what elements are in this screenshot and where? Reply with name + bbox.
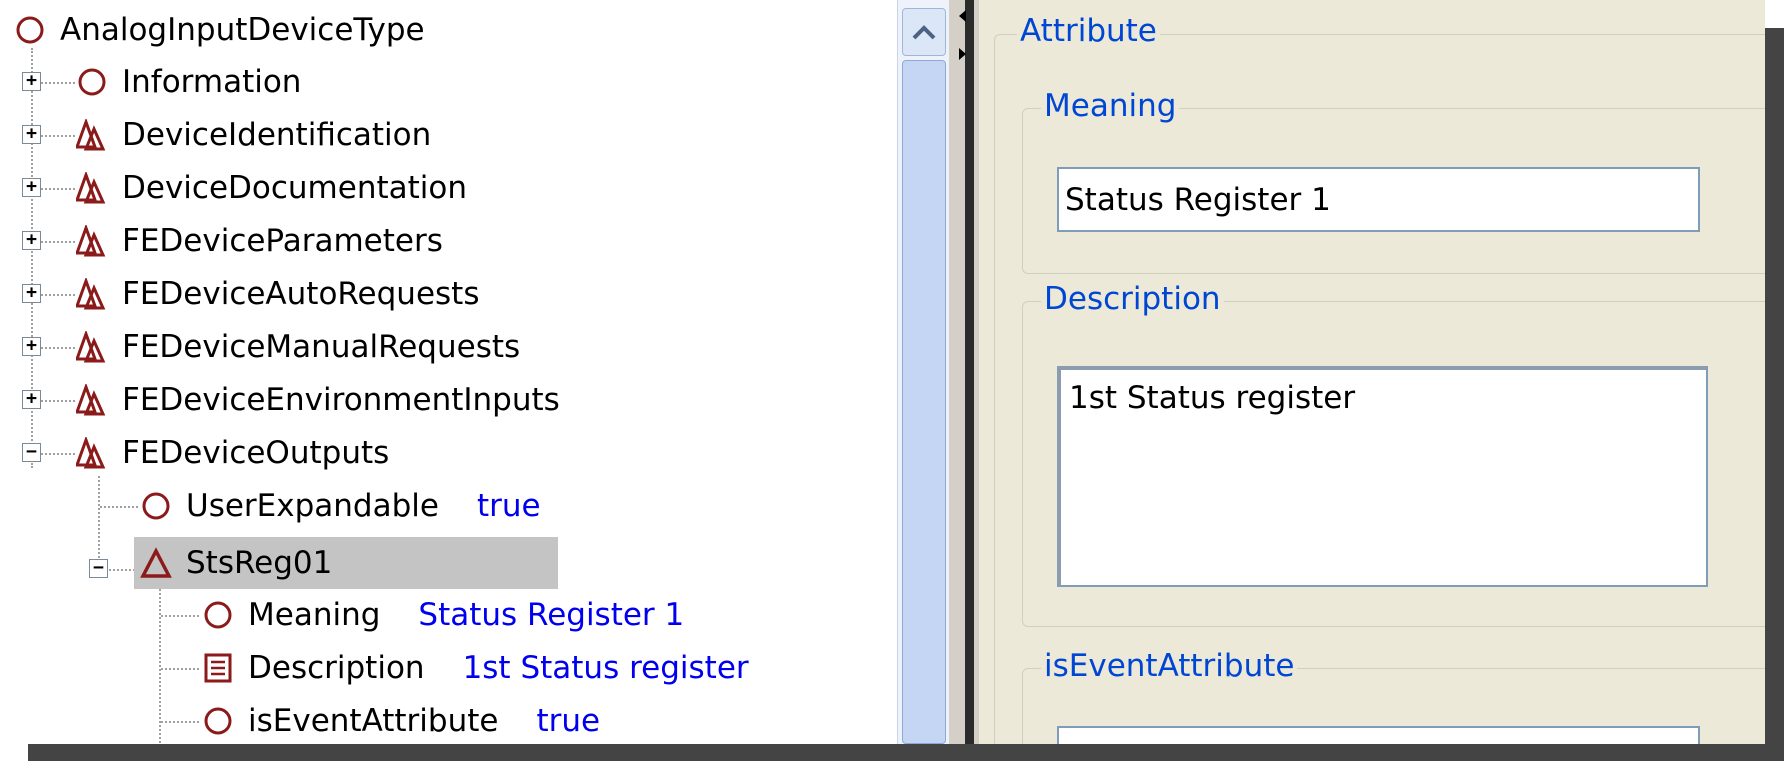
tree-item-value: true xyxy=(536,703,601,739)
circle-icon xyxy=(204,707,232,735)
tree-root[interactable]: AnalogInputDeviceType xyxy=(14,8,429,52)
expand-button[interactable]: + xyxy=(22,390,41,409)
description-legend: Description xyxy=(1041,281,1224,317)
circle-icon xyxy=(78,68,106,96)
expand-button[interactable]: + xyxy=(22,231,41,250)
tree-item-label: isEventAttribute xyxy=(248,703,499,739)
window-shadow xyxy=(28,744,1784,761)
expand-button[interactable]: + xyxy=(22,337,41,356)
tree-item-label: FEDeviceManualRequests xyxy=(122,329,521,365)
collapse-button[interactable]: − xyxy=(22,443,41,462)
tree-guide-line xyxy=(98,476,100,566)
collapse-button[interactable]: − xyxy=(89,559,108,578)
expand-button[interactable]: + xyxy=(22,284,41,303)
tree-item-label: Meaning xyxy=(248,597,381,633)
expand-button[interactable]: + xyxy=(22,125,41,144)
circle-icon xyxy=(204,601,232,629)
triangle-group-icon xyxy=(76,225,106,257)
circle-icon xyxy=(16,16,44,44)
scroll-up-button[interactable] xyxy=(902,8,946,56)
tree-item-label: Description xyxy=(248,650,425,686)
collapse-right-icon[interactable] xyxy=(959,48,966,60)
is-event-attribute-legend: isEventAttribute xyxy=(1041,648,1298,684)
tree-item-label: DeviceDocumentation xyxy=(122,170,467,206)
chevron-up-icon xyxy=(912,25,936,40)
attribute-legend: Attribute xyxy=(1017,13,1160,49)
tree-item-label: FEDeviceEnvironmentInputs xyxy=(122,382,560,418)
window-shadow xyxy=(1765,28,1784,761)
tree-vertical-scrollbar[interactable] xyxy=(897,0,950,744)
tree-item-value: true xyxy=(476,488,541,524)
scroll-thumb[interactable] xyxy=(902,60,946,744)
panel-splitter[interactable] xyxy=(949,0,979,744)
tree-item-label: StsReg01 xyxy=(186,545,333,581)
tree-item-label: UserExpandable xyxy=(186,488,439,524)
tree-item-value: Status Register 1 xyxy=(418,597,685,633)
tree-item-label: DeviceIdentification xyxy=(122,117,432,153)
description-textarea[interactable]: 1st Status register xyxy=(1057,366,1708,587)
expand-button[interactable]: + xyxy=(22,178,41,197)
triangle-group-icon xyxy=(76,278,106,310)
triangle-group-icon xyxy=(76,119,106,151)
tree-panel: AnalogInputDeviceType + Information + De… xyxy=(0,0,895,744)
is-event-attribute-field[interactable] xyxy=(1057,726,1700,744)
tree-item-label: FEDeviceAutoRequests xyxy=(122,276,480,312)
tree-root-label: AnalogInputDeviceType xyxy=(60,12,425,48)
triangle-icon xyxy=(140,547,172,578)
expand-button[interactable]: + xyxy=(22,72,41,91)
tree-item-label: FEDeviceParameters xyxy=(122,223,443,259)
triangle-group-icon xyxy=(76,172,106,204)
triangle-group-icon xyxy=(76,384,106,416)
meaning-input[interactable]: Status Register 1 xyxy=(1057,167,1700,232)
meaning-legend: Meaning xyxy=(1041,88,1180,124)
tree-item-label: FEDeviceOutputs xyxy=(122,435,390,471)
triangle-group-icon xyxy=(76,437,106,469)
text-document-icon xyxy=(204,653,232,683)
properties-panel: Attribute Meaning Status Register 1 Desc… xyxy=(979,0,1765,744)
splitter-bar[interactable] xyxy=(965,0,974,744)
triangle-group-icon xyxy=(76,331,106,363)
tree-item-value: 1st Status register xyxy=(462,650,749,686)
circle-icon xyxy=(142,492,170,520)
tree-item-label: Information xyxy=(122,64,302,100)
collapse-left-icon[interactable] xyxy=(959,10,966,22)
